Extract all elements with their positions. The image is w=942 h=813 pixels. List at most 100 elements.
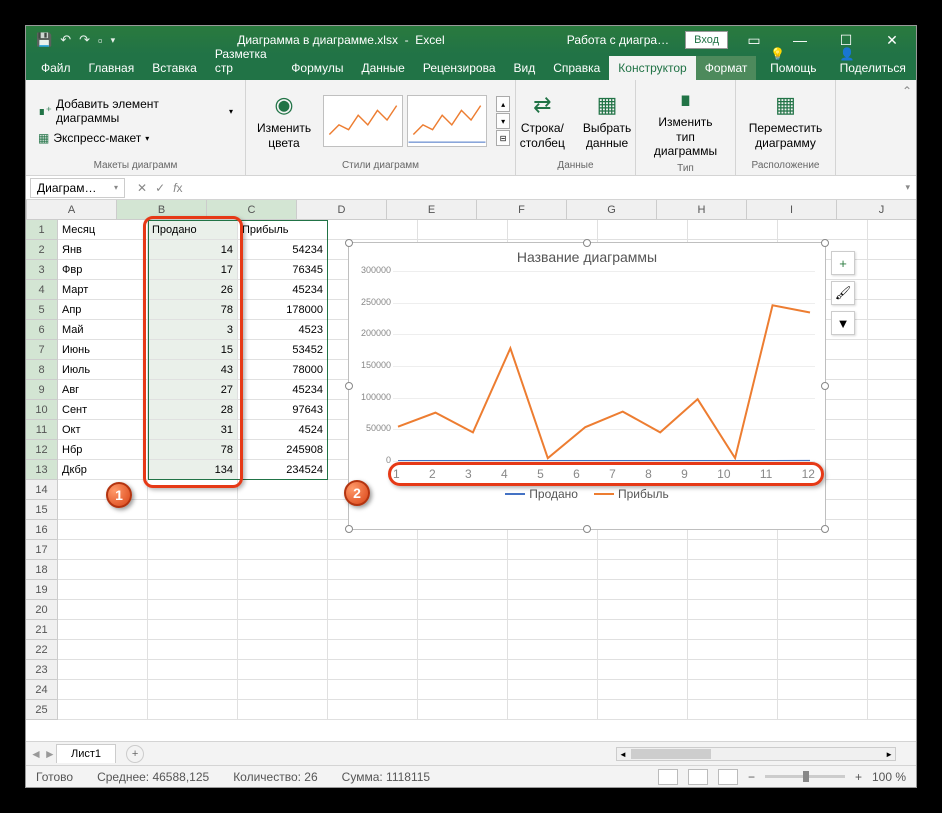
name-box[interactable]: Диаграм…▾ [30, 178, 125, 198]
cell-A14[interactable] [58, 480, 148, 500]
col-header-A[interactable]: A [27, 200, 117, 220]
cell-I1[interactable] [778, 220, 868, 240]
save-icon[interactable]: 💾 [36, 32, 52, 48]
chart-plot-area[interactable]: 050000100000150000200000250000300000 [393, 271, 815, 461]
cell-A23[interactable] [58, 660, 148, 680]
cell-E19[interactable] [418, 580, 508, 600]
cancel-formula-icon[interactable]: ✕ [137, 181, 147, 195]
cell-G24[interactable] [598, 680, 688, 700]
zoom-in-icon[interactable]: + [855, 770, 862, 784]
cell-I22[interactable] [778, 640, 868, 660]
cell-B19[interactable] [148, 580, 238, 600]
cell-F19[interactable] [508, 580, 598, 600]
add-chart-element-button[interactable]: ∎⁺Добавить элемент диаграммы▾ [34, 95, 237, 127]
cell-C25[interactable] [238, 700, 328, 720]
col-header-H[interactable]: H [657, 200, 747, 220]
cell-J6[interactable] [868, 320, 916, 340]
cell-E21[interactable] [418, 620, 508, 640]
cell-C19[interactable] [238, 580, 328, 600]
touch-icon[interactable]: ▫ [98, 33, 103, 48]
cell-A3[interactable]: Фвр [58, 260, 148, 280]
cell-G20[interactable] [598, 600, 688, 620]
row-header-2[interactable]: 2 [26, 240, 58, 260]
tab-help[interactable]: Справка [544, 56, 609, 80]
cell-C20[interactable] [238, 600, 328, 620]
cell-J14[interactable] [868, 480, 916, 500]
cell-A19[interactable] [58, 580, 148, 600]
cell-F17[interactable] [508, 540, 598, 560]
zoom-level[interactable]: 100 % [872, 770, 906, 784]
cell-I18[interactable] [778, 560, 868, 580]
view-page-break-button[interactable] [718, 769, 738, 785]
cell-A20[interactable] [58, 600, 148, 620]
cell-B4[interactable]: 26 [148, 280, 238, 300]
cell-A16[interactable] [58, 520, 148, 540]
cell-B21[interactable] [148, 620, 238, 640]
cell-A22[interactable] [58, 640, 148, 660]
cell-C6[interactable]: 4523 [238, 320, 328, 340]
cell-J3[interactable] [868, 260, 916, 280]
quick-layout-button[interactable]: ▦Экспресс-макет▾ [34, 129, 153, 147]
sheet-tab-1[interactable]: Лист1 [56, 744, 116, 763]
cell-D25[interactable] [328, 700, 418, 720]
cell-A1[interactable]: Месяц [58, 220, 148, 240]
cell-H1[interactable] [688, 220, 778, 240]
formula-input[interactable] [190, 186, 899, 190]
style-up-icon[interactable]: ▴ [496, 96, 510, 112]
share-button[interactable]: 👤 Поделиться [831, 42, 916, 80]
row-header-17[interactable]: 17 [26, 540, 58, 560]
cell-D23[interactable] [328, 660, 418, 680]
tab-format[interactable]: Формат [696, 56, 757, 80]
cell-D19[interactable] [328, 580, 418, 600]
cell-J16[interactable] [868, 520, 916, 540]
style-more-icon[interactable]: ⊟ [496, 130, 510, 146]
select-data-button[interactable]: ▦Выбрать данные [577, 90, 637, 152]
row-header-20[interactable]: 20 [26, 600, 58, 620]
qat-more-icon[interactable]: ▾ [111, 35, 116, 46]
move-chart-button[interactable]: ▦Переместить диаграмму [743, 90, 829, 152]
cell-G17[interactable] [598, 540, 688, 560]
cell-C8[interactable]: 78000 [238, 360, 328, 380]
cell-I21[interactable] [778, 620, 868, 640]
cell-J21[interactable] [868, 620, 916, 640]
row-header-12[interactable]: 12 [26, 440, 58, 460]
style-down-icon[interactable]: ▾ [496, 113, 510, 129]
chart-style-1[interactable] [323, 95, 403, 147]
chart-legend[interactable]: Продано Прибыль [349, 483, 825, 505]
cell-B15[interactable] [148, 500, 238, 520]
cell-B8[interactable]: 43 [148, 360, 238, 380]
view-normal-button[interactable] [658, 769, 678, 785]
cell-B10[interactable]: 28 [148, 400, 238, 420]
cell-J4[interactable] [868, 280, 916, 300]
cell-G23[interactable] [598, 660, 688, 680]
tab-review[interactable]: Рецензирова [414, 56, 505, 80]
cell-D17[interactable] [328, 540, 418, 560]
cell-C10[interactable]: 97643 [238, 400, 328, 420]
cell-F22[interactable] [508, 640, 598, 660]
col-header-F[interactable]: F [477, 200, 567, 220]
cell-B2[interactable]: 14 [148, 240, 238, 260]
cell-J10[interactable] [868, 400, 916, 420]
tab-formulas[interactable]: Формулы [282, 56, 352, 80]
redo-icon[interactable]: ↷ [79, 32, 90, 48]
cell-D1[interactable] [328, 220, 418, 240]
row-header-19[interactable]: 19 [26, 580, 58, 600]
cell-B17[interactable] [148, 540, 238, 560]
row-header-14[interactable]: 14 [26, 480, 58, 500]
cell-C5[interactable]: 178000 [238, 300, 328, 320]
cell-H18[interactable] [688, 560, 778, 580]
cell-E24[interactable] [418, 680, 508, 700]
chart-elements-button[interactable]: + [831, 251, 855, 275]
cell-J13[interactable] [868, 460, 916, 480]
cell-B5[interactable]: 78 [148, 300, 238, 320]
cell-A9[interactable]: Авг [58, 380, 148, 400]
sheet-nav-next-icon[interactable]: ► [44, 747, 56, 761]
cell-B12[interactable]: 78 [148, 440, 238, 460]
cell-J5[interactable] [868, 300, 916, 320]
cell-H21[interactable] [688, 620, 778, 640]
cell-B9[interactable]: 27 [148, 380, 238, 400]
cell-A5[interactable]: Апр [58, 300, 148, 320]
row-header-21[interactable]: 21 [26, 620, 58, 640]
enter-formula-icon[interactable]: ✓ [155, 181, 165, 195]
cell-B22[interactable] [148, 640, 238, 660]
